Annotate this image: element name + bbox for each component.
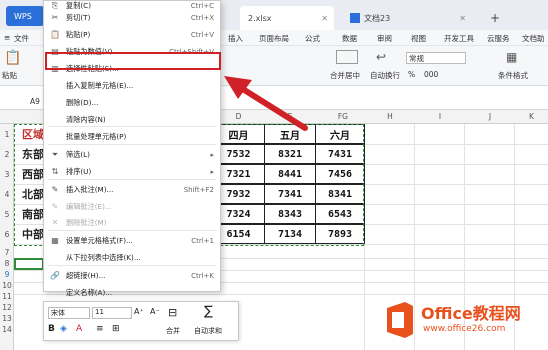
shrink-font-button[interactable]: A⁻ <box>150 307 160 316</box>
watermark-brand: Office教程网 <box>421 304 521 323</box>
office-logo-icon <box>387 302 413 338</box>
mini-toolbar: 宋体 11 A⁺ A⁻ B ◈ A ≡ ⊞ ⊟ 合并 ∑ 自动求和 <box>43 301 239 341</box>
font-size-select[interactable]: 11 <box>92 307 132 319</box>
fill-color-icon[interactable]: ◈ <box>60 324 67 334</box>
watermark-url: www.office26.com <box>423 324 506 334</box>
merge-button[interactable]: 合并 <box>166 326 180 336</box>
merge-icon[interactable]: ⊟ <box>168 306 177 319</box>
grow-font-button[interactable]: A⁺ <box>134 307 144 316</box>
font-color-icon[interactable]: A <box>76 324 82 334</box>
autosum-button[interactable]: 自动求和 <box>194 326 222 336</box>
bold-button[interactable]: B <box>48 324 55 334</box>
font-select[interactable]: 宋体 <box>48 307 90 319</box>
align-icon[interactable]: ≡ <box>96 324 104 334</box>
watermark-logo: Office教程网 www.office26.com <box>383 300 543 342</box>
border-icon[interactable]: ⊞ <box>112 324 120 334</box>
sum-icon[interactable]: ∑ <box>204 304 213 319</box>
annotation-arrow <box>224 76 308 131</box>
